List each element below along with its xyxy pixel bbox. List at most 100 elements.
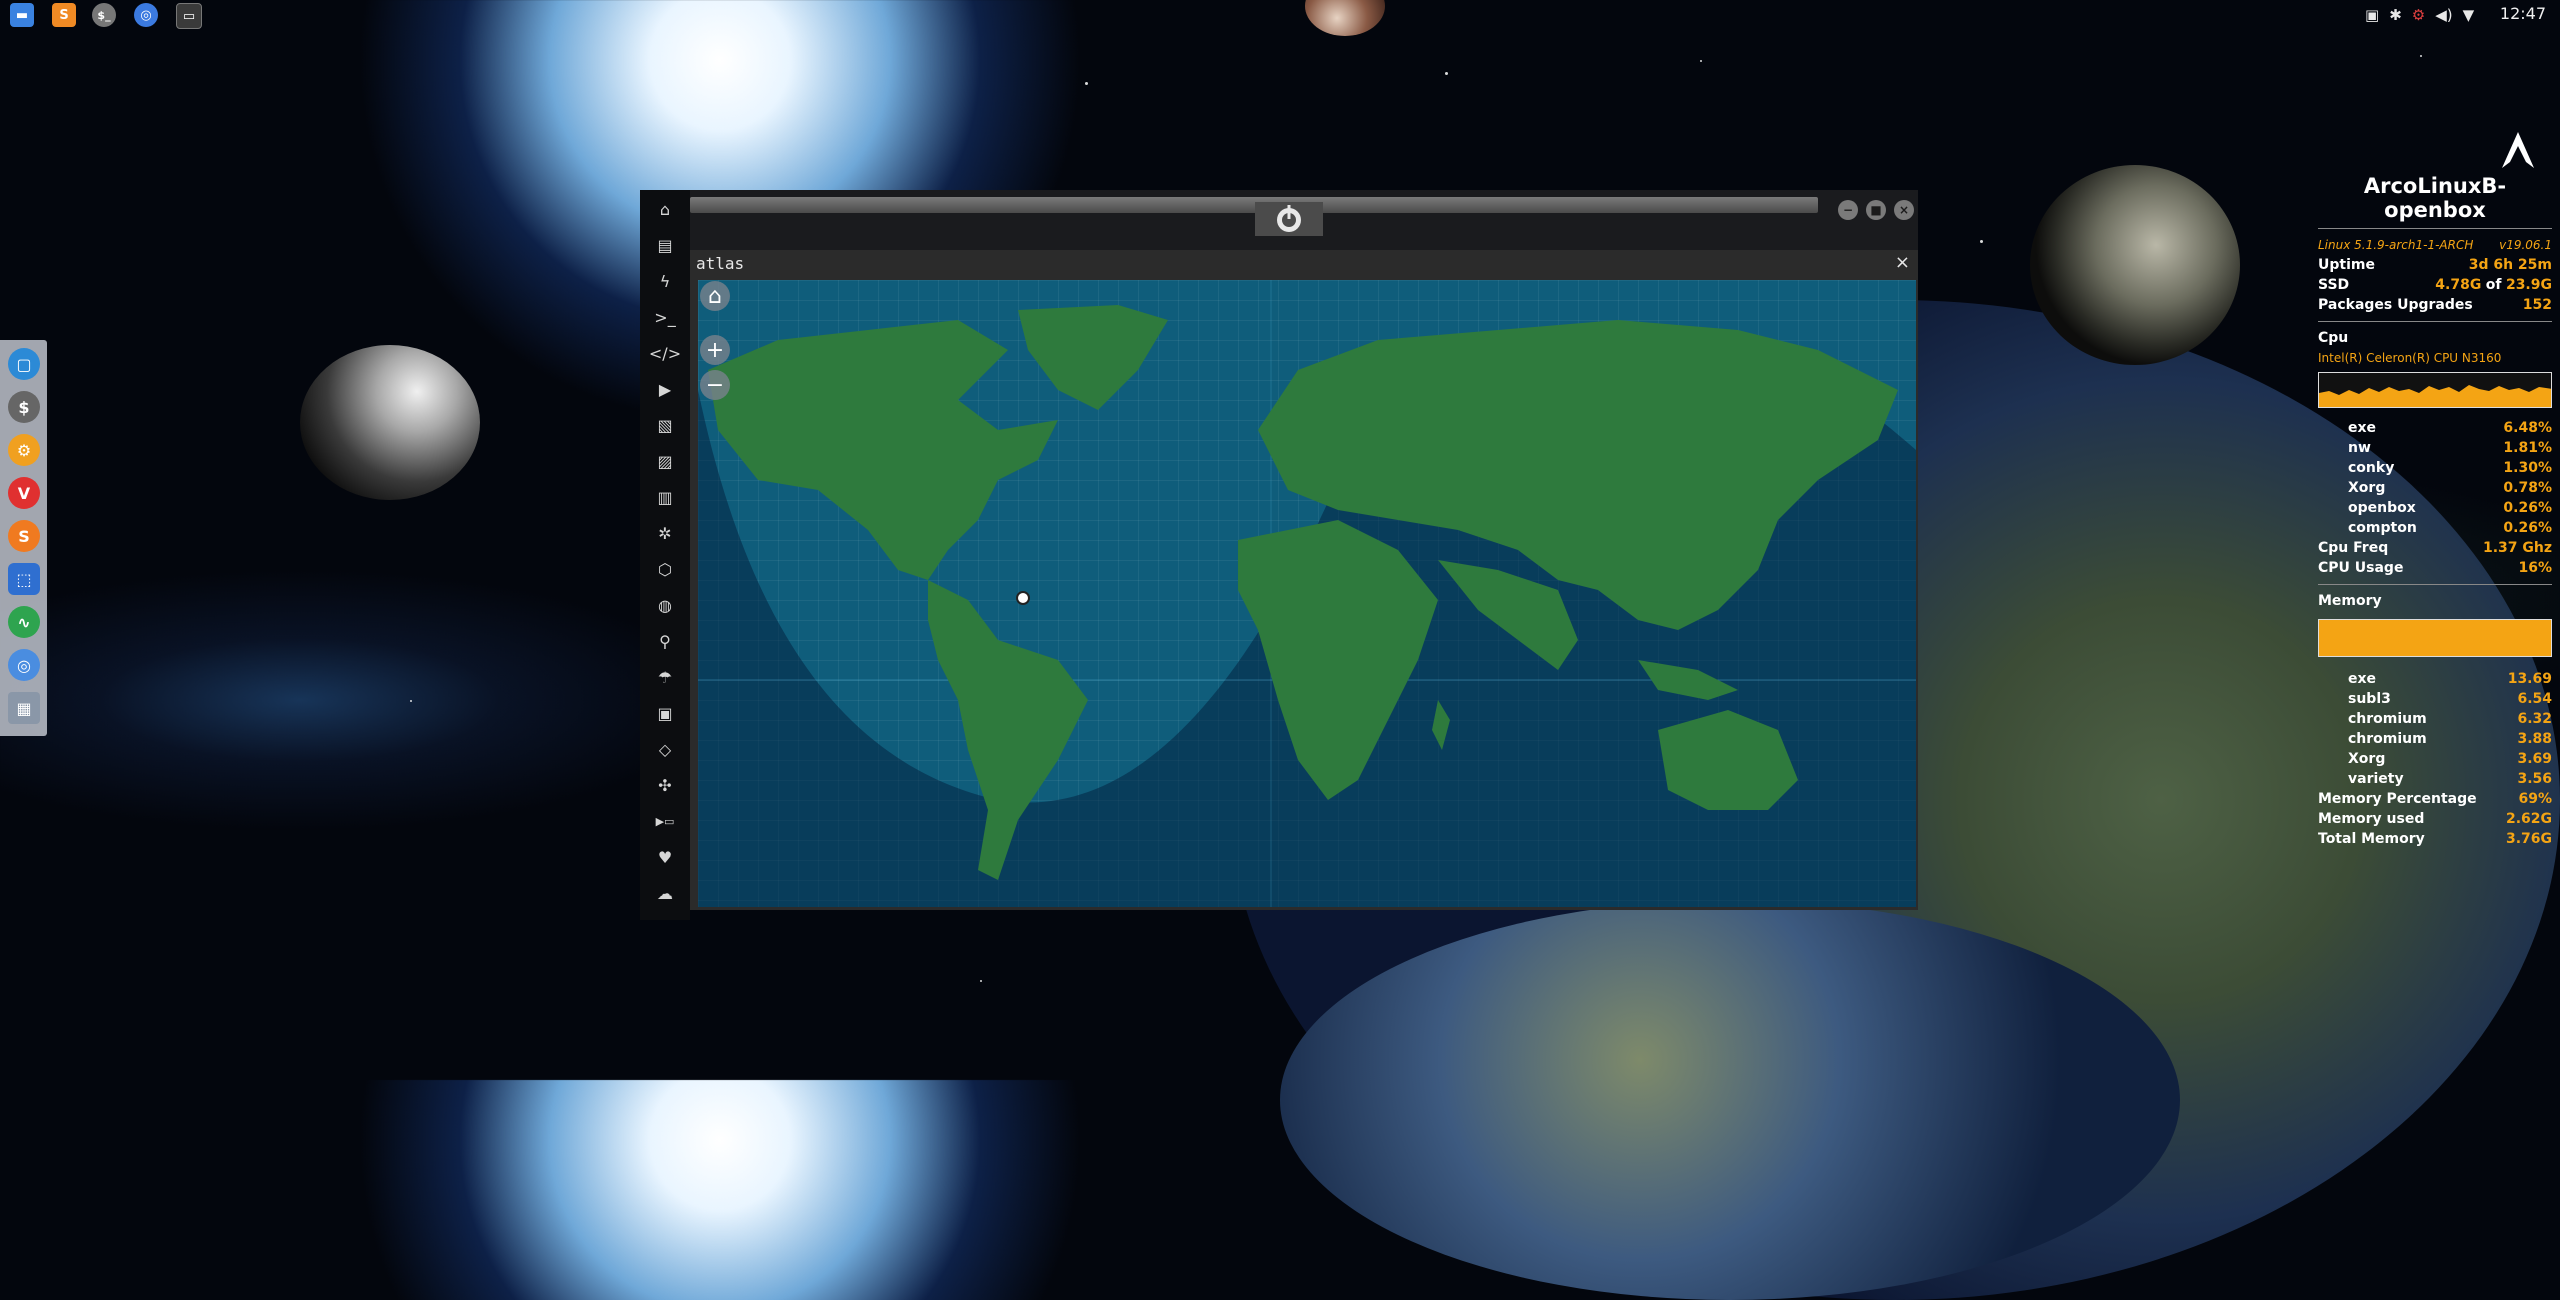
mem-proc-value: 6.54 [2517,691,2552,707]
memory-used-value: 2.62G [2505,811,2552,827]
terminal-dollar-icon[interactable]: $ [8,391,40,423]
north-america [708,320,1058,580]
cpu-proc-name: compton [2348,520,2417,536]
chromium-icon[interactable]: ◎ [134,3,158,27]
world-map[interactable]: ⌂ + − [698,280,1916,907]
maximize-button[interactable]: ■ [1866,200,1886,220]
system-tray: ▣ ✱ ⚙ ◀) ▼ [2365,4,2474,26]
umbrella-icon[interactable]: ☂ [640,660,690,694]
cloud-icon[interactable]: ☁ [640,876,690,910]
volume-icon[interactable]: ◀) [2435,6,2452,24]
settings-icon[interactable]: ⚙ [8,434,40,466]
settings-icon[interactable]: ✲ [640,516,690,550]
memory-label: Memory [2318,593,2382,609]
zoom-out-button[interactable]: − [700,370,730,400]
cpu-model: Intel(R) Celeron(R) CPU N3160 [2318,351,2502,365]
close-icon[interactable]: × [1895,252,1910,273]
screenshot-icon[interactable]: ▣ [2365,6,2379,24]
code-icon[interactable]: </> [640,336,690,370]
cpu-usage-label: CPU Usage [2318,560,2404,576]
ssd-value: 4.78G of 23.9G [2435,277,2552,293]
shell-icon[interactable]: $_ [92,3,116,27]
hostname: ArcoLinuxB-openbox [2363,174,2507,222]
zoom-in-button[interactable]: + [700,335,730,365]
cpu-proc-name: Xorg [2348,480,2386,496]
tab-rebel[interactable] [1255,202,1323,236]
mem-proc-name: exe [2348,671,2377,687]
user-card-icon[interactable]: ▣ [640,696,690,730]
memory-percentage-value: 69% [2518,791,2552,807]
mem-proc-value: 3.88 [2517,731,2552,747]
rebel-alliance-icon [1277,205,1301,232]
greenland [1018,305,1168,410]
wifi-icon[interactable]: ▼ [2463,6,2475,24]
memory-bar [2318,619,2552,657]
expand-icon[interactable]: ✣ [640,768,690,802]
news-icon[interactable]: ▥ [640,480,690,514]
cpu-label: Cpu [2318,330,2349,346]
mem-proc-name: subl3 [2348,691,2391,707]
cpu-proc-name: conky [2348,460,2395,476]
uptime-value: 3d 6h 25m [2468,257,2552,273]
conky-panel: ArcoLinuxB-openbox Linux 5.1.9-arch1-1-A… [2318,130,2552,849]
network-icon[interactable]: ⚙ [2412,6,2425,24]
terminal-icon[interactable]: >_ [640,300,690,334]
memory-used-label: Memory used [2318,811,2425,827]
sublime-icon[interactable]: S [8,520,40,552]
cpu-freq-label: Cpu Freq [2318,540,2389,556]
location-marker[interactable] [1016,591,1030,605]
grid-icon[interactable]: ▦ [8,692,40,724]
planet-right [2030,165,2240,365]
cpu-proc-value: 1.30% [2503,460,2552,476]
tag-icon[interactable]: ◇ [640,732,690,766]
arch-logo-icon [2502,132,2534,168]
divider [2318,321,2552,322]
search-icon[interactable]: ⚲ [640,624,690,658]
files-icon[interactable]: ▢ [8,348,40,380]
cpu-proc-value: 0.26% [2503,520,2552,536]
cpu-graph-bars [2319,385,2551,407]
hexagon-icon[interactable]: ⬡ [640,552,690,586]
window-title: atlas [696,254,745,273]
mem-proc-name: chromium [2348,711,2427,727]
bluetooth-icon[interactable]: ✱ [2389,6,2402,24]
cpu-proc-value: 0.26% [2503,500,2552,516]
home-icon[interactable]: ⌂ [640,192,690,226]
clock[interactable]: 12:47 [2500,4,2546,23]
terminal-icon[interactable]: ▭ [176,3,202,29]
image-icon[interactable]: ▨ [640,444,690,478]
folder-icon[interactable]: ▬ [10,3,34,27]
globe-icon[interactable]: ◍ [640,588,690,622]
cpu-proc-value: 6.48% [2503,420,2552,436]
map-svg [698,280,1916,907]
play-icon[interactable]: ▶ [640,372,690,406]
memory-total-label: Total Memory [2318,831,2425,847]
minimize-button[interactable]: − [1838,200,1858,220]
screen-capture-icon[interactable]: ⬚ [8,563,40,595]
vivaldi-icon[interactable]: V [8,477,40,509]
mem-proc-name: variety [2348,771,2404,787]
cpu-graph [2318,372,2552,408]
gallery-icon[interactable]: ▧ [640,408,690,442]
top-panel: ▬ S $_ ◎ ▭ ▣ ✱ ⚙ ◀) ▼ 12:47 [0,0,2560,29]
moon [300,345,480,500]
cpu-freq-value: 1.37 Ghz [2482,540,2552,556]
mem-proc-value: 3.56 [2517,771,2552,787]
close-button[interactable]: × [1894,200,1914,220]
youtube-icon[interactable]: ▶▭ [640,804,690,838]
map-home-button[interactable]: ⌂ [700,281,730,311]
title-strip[interactable] [690,197,1818,213]
chromium-icon[interactable]: ◎ [8,649,40,681]
mem-proc-name: Xorg [2348,751,2386,767]
cpu-proc-value: 1.81% [2503,440,2552,456]
heart-icon[interactable]: ♥ [640,840,690,874]
packages-value: 152 [2522,297,2552,313]
document-icon[interactable]: ▤ [640,228,690,262]
lightning-icon[interactable]: ϟ [640,264,690,298]
system-monitor-icon[interactable]: ∿ [8,606,40,638]
sublime-text-icon[interactable]: S [52,3,76,27]
window-titlebar[interactable]: − ■ × [690,190,1918,250]
cpu-proc-name: nw [2348,440,2371,456]
mem-proc-name: chromium [2348,731,2427,747]
uptime-label: Uptime [2318,257,2375,273]
